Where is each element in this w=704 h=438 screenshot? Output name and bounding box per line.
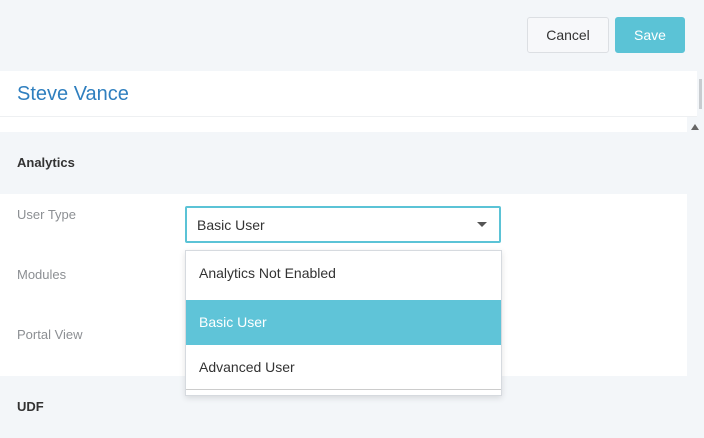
outer-scrollbar[interactable] — [697, 71, 704, 117]
user-type-select[interactable]: Basic User — [185, 206, 501, 243]
user-type-label: User Type — [17, 207, 77, 222]
section-heading: UDF — [17, 399, 44, 414]
title-bar: Steve Vance — [0, 71, 697, 117]
top-toolbar: Cancel Save — [0, 0, 704, 71]
content-scrollbar[interactable] — [687, 117, 704, 438]
cancel-button[interactable]: Cancel — [527, 17, 609, 53]
page-title: Steve Vance — [17, 83, 129, 105]
outer-scrollbar-thumb[interactable] — [699, 79, 702, 109]
form-content: Analytics User Type Modules Portal View … — [0, 117, 687, 438]
option-label: Basic User — [199, 314, 267, 330]
dropdown-option-advanced-user[interactable]: Advanced User — [186, 345, 501, 390]
modules-label: Modules — [17, 267, 67, 282]
user-type-select-value: Basic User — [197, 217, 265, 233]
dropdown-option-basic-user[interactable]: Basic User — [186, 300, 501, 345]
save-button[interactable]: Save — [615, 17, 685, 53]
portal-view-label: Portal View — [17, 327, 83, 342]
option-label: Analytics Not Enabled — [199, 265, 336, 281]
scroll-up-icon[interactable] — [691, 124, 699, 130]
chevron-down-icon[interactable] — [477, 222, 487, 227]
option-label: Advanced User — [199, 359, 295, 375]
user-type-dropdown: Analytics Not Enabled Basic User Advance… — [185, 250, 502, 396]
dropdown-option-analytics-not-enabled[interactable]: Analytics Not Enabled — [186, 251, 501, 296]
section-header-analytics: Analytics — [0, 132, 687, 194]
section-heading: Analytics — [17, 155, 75, 170]
dropdown-divider — [186, 389, 501, 390]
